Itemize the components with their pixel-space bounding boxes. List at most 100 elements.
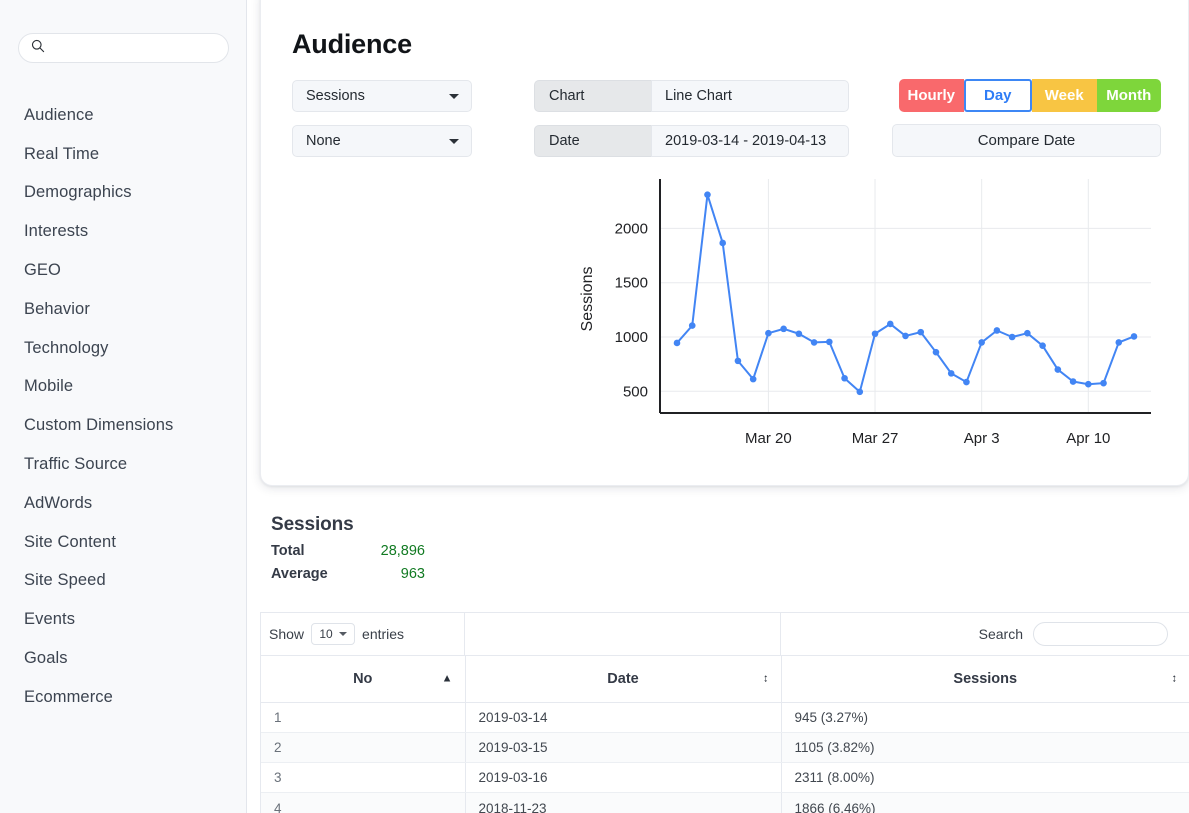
- data-point[interactable]: [826, 338, 833, 346]
- granularity-label: Week: [1044, 87, 1084, 104]
- sidebar-item-label: Technology: [24, 338, 109, 357]
- granularity-week-button[interactable]: Week: [1032, 79, 1097, 112]
- compare-date-button[interactable]: Compare Date: [892, 124, 1161, 157]
- sidebar-item-label: Demographics: [24, 183, 132, 202]
- sidebar-item-geo[interactable]: GEO: [0, 251, 247, 290]
- data-point[interactable]: [734, 357, 742, 365]
- granularity-day-button[interactable]: Day: [963, 79, 1032, 112]
- sessions-summary: Sessions Total 28,896 Average 963: [271, 514, 425, 582]
- summary-rows: Total 28,896 Average 963: [271, 543, 425, 582]
- entries-per-page-select[interactable]: 10: [311, 623, 356, 645]
- data-point[interactable]: [1039, 342, 1046, 349]
- data-point[interactable]: [932, 348, 940, 356]
- data-point[interactable]: [719, 239, 726, 247]
- data-point[interactable]: [1069, 378, 1077, 385]
- sidebar-item-goals[interactable]: Goals: [0, 639, 247, 678]
- data-point[interactable]: [780, 325, 787, 333]
- sidebar-item-real-time[interactable]: Real Time: [0, 135, 247, 174]
- sidebar-item-custom-dimensions[interactable]: Custom Dimensions: [0, 406, 247, 445]
- sidebar-item-label: AdWords: [24, 493, 93, 512]
- data-point[interactable]: [1085, 380, 1092, 388]
- sidebar-item-demographics[interactable]: Demographics: [0, 174, 247, 213]
- metric-select-value: Sessions: [306, 88, 365, 104]
- metric-select[interactable]: Sessions: [292, 80, 472, 112]
- y-axis-tick-label: 500: [623, 383, 648, 400]
- cell-no: 4: [261, 792, 466, 813]
- sidebar-item-technology[interactable]: Technology: [0, 329, 247, 368]
- table-header-row: No ▲ Date ↕ Sessions ↕: [261, 656, 1189, 703]
- sidebar-item-label: Interests: [24, 222, 89, 241]
- granularity-label: Day: [983, 87, 1012, 104]
- column-header-sessions[interactable]: Sessions ↕: [781, 656, 1189, 703]
- chart-type-select[interactable]: Line Chart: [651, 80, 849, 112]
- data-point[interactable]: [993, 327, 1001, 334]
- y-axis-tick-label: 1500: [615, 275, 648, 292]
- page-title: Audience: [292, 29, 412, 59]
- data-point[interactable]: [1054, 366, 1062, 373]
- data-point[interactable]: [688, 322, 696, 329]
- data-point[interactable]: [963, 378, 970, 386]
- sidebar-item-mobile[interactable]: Mobile: [0, 368, 247, 407]
- entries-label: entries: [362, 626, 405, 642]
- data-point[interactable]: [917, 328, 925, 336]
- dimension-select[interactable]: None: [292, 125, 472, 157]
- data-point[interactable]: [810, 339, 818, 346]
- data-point[interactable]: [673, 339, 681, 347]
- summary-row: Average 963: [271, 566, 425, 582]
- granularity-month-button[interactable]: Month: [1096, 79, 1161, 112]
- data-point[interactable]: [856, 388, 864, 396]
- sidebar-item-events[interactable]: Events: [0, 600, 247, 639]
- chart-svg: 500 1000 1500 2000 Mar 20 Mar 27 Apr 3 Apr 10 Se…: [579, 179, 1151, 447]
- granularity-hourly-button[interactable]: Hourly: [899, 79, 964, 112]
- data-point[interactable]: [902, 332, 909, 340]
- data-point[interactable]: [749, 375, 757, 383]
- sidebar-item-audience[interactable]: Audience: [0, 96, 247, 135]
- sidebar-item-behavior[interactable]: Behavior: [0, 290, 247, 329]
- sidebar-item-traffic-source[interactable]: Traffic Source: [0, 445, 247, 484]
- data-point[interactable]: [886, 320, 894, 328]
- chevron-down-icon: [449, 139, 459, 144]
- data-point[interactable]: [1130, 333, 1138, 340]
- data-point[interactable]: [841, 374, 848, 382]
- sidebar-item-ecommerce[interactable]: Ecommerce: [0, 678, 247, 717]
- sidebar-item-site-speed[interactable]: Site Speed: [0, 562, 247, 601]
- data-point[interactable]: [1008, 333, 1016, 341]
- sessions-line-chart: 500 1000 1500 2000 Mar 20 Mar 27 Apr 3 Apr 10 Se…: [261, 173, 1189, 463]
- granularity-segmented-control: Hourly Day Week Month: [899, 79, 1161, 112]
- sidebar-item-label: Mobile: [24, 377, 74, 396]
- data-point[interactable]: [1100, 379, 1107, 387]
- summary-title: Sessions: [271, 514, 354, 535]
- date-range-input[interactable]: 2019-03-14 - 2019-04-13: [651, 125, 849, 157]
- table-row: 3 2019-03-16 2311 (8.00%): [261, 762, 1189, 794]
- data-point[interactable]: [704, 191, 711, 198]
- data-point[interactable]: [1115, 339, 1123, 346]
- sidebar-item-label: Behavior: [24, 299, 90, 318]
- data-point[interactable]: [871, 330, 879, 338]
- data-point[interactable]: [765, 329, 772, 337]
- app-root: Audience Real Time Demographics Interests GE…: [0, 0, 1189, 813]
- cell-sessions: 2311 (8.00%): [781, 762, 1189, 794]
- sidebar-item-label: Ecommerce: [24, 687, 113, 706]
- data-point[interactable]: [947, 370, 955, 377]
- search-input[interactable]: [51, 39, 211, 57]
- cell-date: 2019-03-15: [465, 732, 782, 764]
- x-axis-tick-label: Mar 20: [745, 430, 792, 447]
- data-point[interactable]: [978, 339, 985, 346]
- sidebar-nav: Audience Real Time Demographics Interests GE…: [0, 96, 247, 717]
- search-label: Search: [978, 626, 1023, 642]
- sidebar-item-interests[interactable]: Interests: [0, 212, 247, 251]
- sidebar-item-site-content[interactable]: Site Content: [0, 523, 247, 562]
- cell-sessions: 945 (3.27%): [781, 702, 1189, 733]
- column-header-no[interactable]: No ▲: [261, 656, 466, 703]
- chevron-down-icon: [338, 632, 347, 636]
- cell-sessions: 1866 (6.46%): [781, 792, 1189, 813]
- column-header-date[interactable]: Date ↕: [465, 656, 782, 703]
- sidebar-search-box[interactable]: [18, 33, 229, 63]
- data-point[interactable]: [1024, 329, 1031, 337]
- cell-no: 3: [261, 762, 466, 794]
- table-search-input[interactable]: [1033, 622, 1168, 646]
- granularity-label: Month: [1106, 87, 1152, 104]
- table-controls-spacer: [465, 613, 781, 655]
- data-point[interactable]: [795, 330, 803, 338]
- sidebar-item-adwords[interactable]: AdWords: [0, 484, 247, 523]
